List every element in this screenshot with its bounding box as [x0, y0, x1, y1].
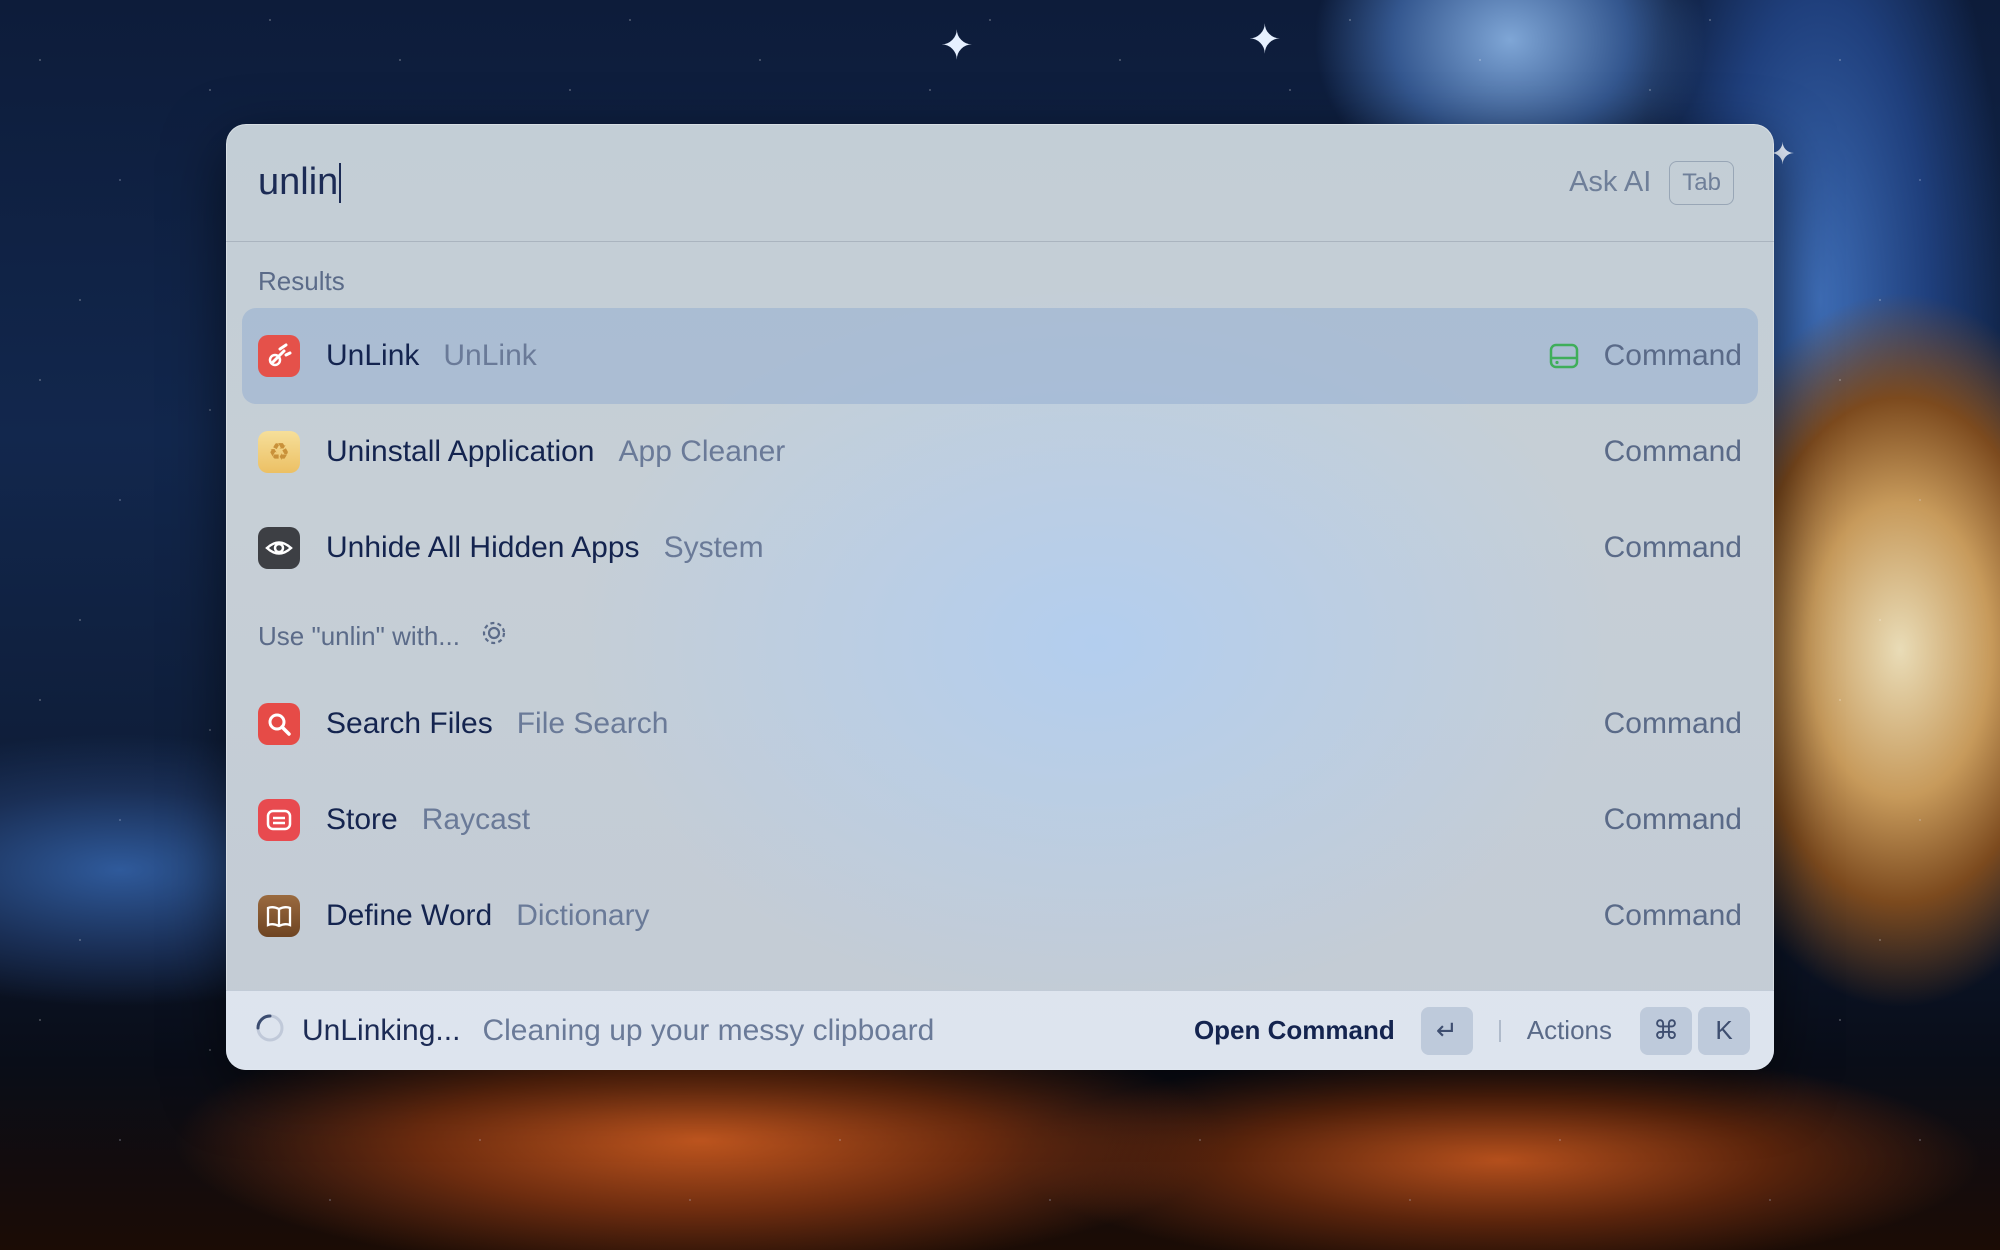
- result-row-uninstall-application[interactable]: ♻ Uninstall Application App Cleaner Comm…: [242, 404, 1758, 500]
- raycast-launcher-window: unlin Ask AI Tab Results UnLink UnLink C…: [226, 124, 1774, 1070]
- tab-key-hint: Tab: [1669, 160, 1734, 205]
- search-input[interactable]: unlin: [258, 161, 1569, 204]
- k-key-hint: K: [1698, 1006, 1750, 1055]
- text-caret: [339, 162, 342, 203]
- sparkle-star: ✦: [940, 24, 974, 68]
- store-icon: [258, 799, 300, 841]
- result-kind: Command: [1603, 899, 1742, 932]
- command-key-hint: ⌘: [1640, 1006, 1692, 1055]
- fallback-row-search-files[interactable]: Search Files File Search Command: [242, 676, 1758, 772]
- result-row-unlink[interactable]: UnLink UnLink Command: [242, 308, 1758, 404]
- actions-button[interactable]: Actions: [1527, 1015, 1612, 1046]
- search-files-icon: [258, 703, 300, 745]
- sparkle-star: ✦: [1248, 18, 1282, 62]
- result-subtitle: File Search: [516, 707, 669, 740]
- section-header-fallback: Use "unlin" with...: [226, 596, 1774, 676]
- result-subtitle: App Cleaner: [618, 435, 786, 468]
- result-subtitle: Raycast: [421, 803, 531, 836]
- loading-spinner-icon: [254, 1012, 286, 1049]
- fallback-row-store[interactable]: Store Raycast Command: [242, 772, 1758, 868]
- fallback-row-define-word[interactable]: Define Word Dictionary Command: [242, 868, 1758, 964]
- result-subtitle: Dictionary: [516, 899, 650, 932]
- result-title: Store: [326, 803, 398, 836]
- eye-icon: [258, 527, 300, 569]
- result-kind: Command: [1603, 531, 1742, 564]
- result-title: Uninstall Application: [326, 435, 595, 468]
- result-kind: Command: [1603, 707, 1742, 740]
- unlink-app-icon: [258, 335, 300, 377]
- storage-icon: [1548, 340, 1580, 372]
- result-kind: Command: [1603, 803, 1742, 836]
- section-label-results: Results: [258, 265, 345, 296]
- footer-description: Cleaning up your messy clipboard: [482, 1013, 935, 1047]
- result-row-unhide-all-hidden-apps[interactable]: Unhide All Hidden Apps System Command: [242, 500, 1758, 596]
- result-subtitle: UnLink: [443, 339, 537, 372]
- return-key-hint: ↵: [1420, 1006, 1473, 1055]
- result-kind: Command: [1603, 339, 1742, 372]
- result-title: Unhide All Hidden Apps: [326, 531, 640, 564]
- search-bar: unlin Ask AI Tab: [226, 124, 1774, 242]
- open-command-button[interactable]: Open Command: [1194, 1015, 1395, 1046]
- result-subtitle: System: [663, 531, 764, 564]
- footer-bar: UnLinking... Cleaning up your messy clip…: [226, 990, 1774, 1070]
- result-title: Define Word: [326, 899, 493, 932]
- dictionary-icon: [258, 895, 300, 937]
- result-title: Search Files: [326, 707, 493, 740]
- footer-status-text: UnLinking...: [302, 1013, 461, 1047]
- result-title: UnLink: [326, 339, 420, 372]
- footer-divider: [1498, 1019, 1501, 1042]
- gear-icon[interactable]: [480, 619, 508, 654]
- app-cleaner-icon: ♻: [258, 431, 300, 473]
- result-kind: Command: [1603, 435, 1742, 468]
- search-query-text: unlin: [258, 161, 339, 203]
- section-header-results: Results: [226, 254, 1774, 308]
- section-label-fallback: Use "unlin" with...: [258, 620, 460, 651]
- ask-ai-label[interactable]: Ask AI: [1569, 166, 1651, 199]
